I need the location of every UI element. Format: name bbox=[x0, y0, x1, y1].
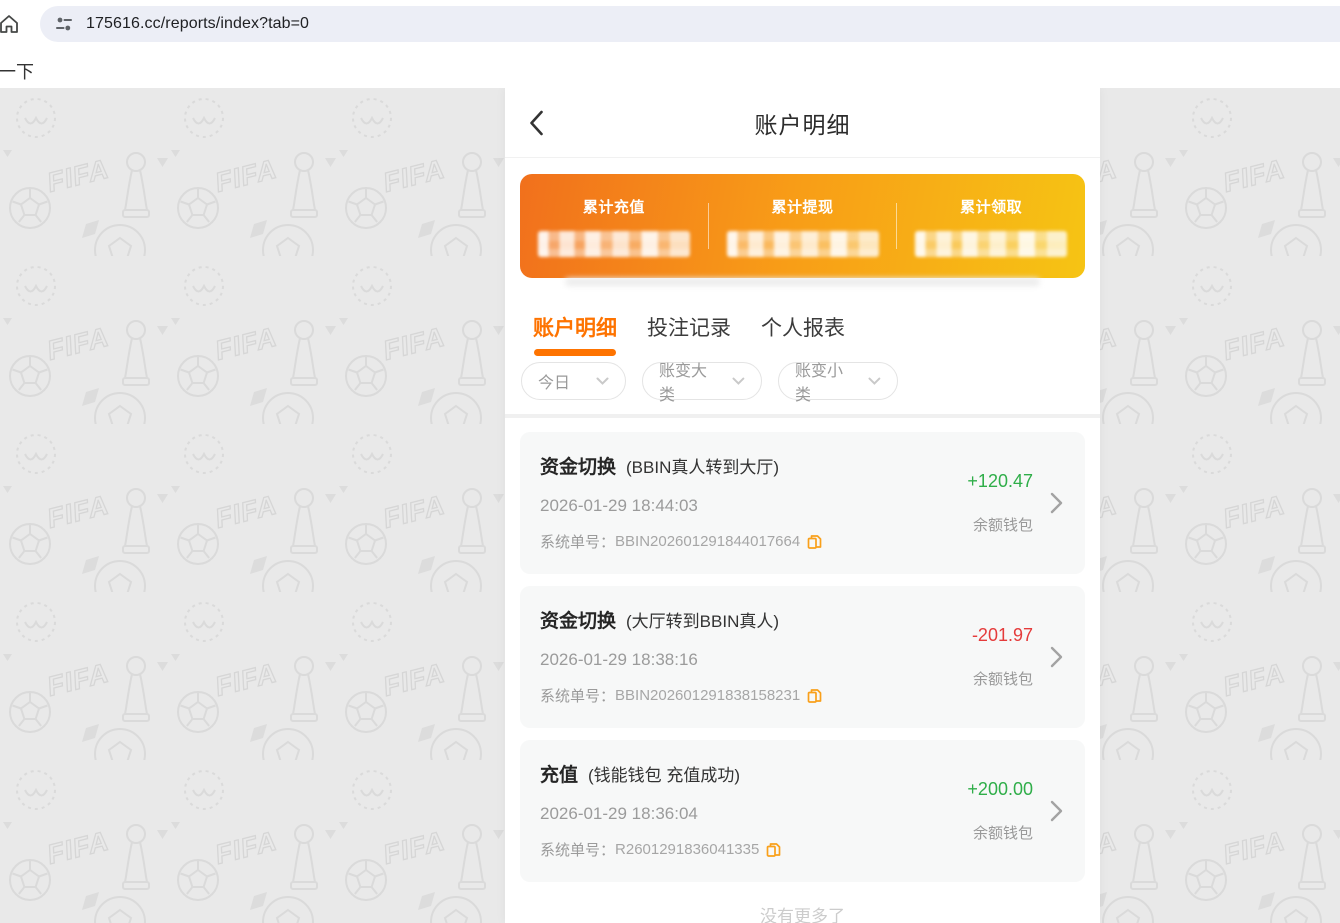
summary-label: 累计充值 bbox=[583, 196, 645, 217]
hidden-value-blur bbox=[727, 231, 879, 257]
txn-type: 资金切换 bbox=[540, 452, 616, 479]
page-top-strip: 度一下 bbox=[0, 48, 1340, 88]
filter-minor-category-dropdown[interactable]: 账变小类 bbox=[778, 362, 898, 400]
txn-wallet: 余额钱包 bbox=[973, 668, 1033, 689]
summary-card: 累计充值 累计提现 累计领取 bbox=[520, 174, 1085, 278]
txn-order-number: BBIN202601291844017664 bbox=[615, 533, 800, 550]
url-text[interactable]: 175616.cc/reports/index?tab=0 bbox=[86, 15, 309, 33]
txn-order-number: BBIN202601291838158231 bbox=[615, 687, 800, 704]
txn-order-label: 系统单号： bbox=[540, 839, 615, 860]
summary-card-shadow bbox=[565, 278, 1040, 286]
chevron-right-icon[interactable] bbox=[1050, 800, 1063, 822]
hidden-value-blur bbox=[538, 231, 690, 257]
summary-total-deposit: 累计充值 bbox=[520, 196, 708, 257]
txn-detail: (钱能钱包 充值成功) bbox=[588, 761, 740, 786]
copy-icon[interactable] bbox=[766, 842, 781, 858]
tab-account-detail[interactable]: 账户明细 bbox=[533, 312, 617, 360]
txn-amount: -201.97 bbox=[972, 625, 1033, 646]
summary-total-withdraw: 累计提现 bbox=[709, 196, 897, 257]
summary-section: 累计充值 累计提现 累计领取 bbox=[505, 158, 1100, 286]
chevron-right-icon[interactable] bbox=[1050, 646, 1063, 668]
chevron-down-icon bbox=[732, 377, 745, 385]
txn-order-label: 系统单号： bbox=[540, 685, 615, 706]
chevron-left-icon bbox=[529, 110, 544, 136]
chevron-right-icon[interactable] bbox=[1050, 492, 1063, 514]
txn-detail: (BBIN真人转到大厅) bbox=[626, 453, 779, 478]
report-tabs: 账户明细 投注记录 个人报表 bbox=[505, 286, 1100, 360]
tab-personal-report[interactable]: 个人报表 bbox=[761, 312, 845, 360]
txn-type: 资金切换 bbox=[540, 606, 616, 633]
page-background: FIFA 账户明细 累计充值 bbox=[0, 88, 1340, 923]
hidden-value-blur bbox=[915, 231, 1067, 257]
summary-label: 累计领取 bbox=[960, 196, 1022, 217]
txn-order-label: 系统单号： bbox=[540, 531, 615, 552]
summary-total-claim: 累计领取 bbox=[897, 196, 1085, 257]
txn-wallet: 余额钱包 bbox=[973, 822, 1033, 843]
back-button[interactable] bbox=[529, 110, 547, 136]
transaction-row[interactable]: 资金切换 (BBIN真人转到大厅) 2026-01-29 18:44:03 系统… bbox=[520, 432, 1085, 574]
txn-detail: (大厅转到BBIN真人) bbox=[626, 607, 779, 632]
transaction-row[interactable]: 充值 (钱能钱包 充值成功) 2026-01-29 18:36:04 系统单号：… bbox=[520, 740, 1085, 882]
copy-icon[interactable] bbox=[807, 688, 822, 704]
app-header: 账户明细 bbox=[505, 88, 1100, 158]
chevron-down-icon bbox=[596, 377, 609, 385]
no-more-label: 没有更多了 bbox=[505, 882, 1100, 923]
transaction-row[interactable]: 资金切换 (大厅转到BBIN真人) 2026-01-29 18:38:16 系统… bbox=[520, 586, 1085, 728]
home-icon[interactable] bbox=[0, 11, 22, 37]
url-bar[interactable]: 175616.cc/reports/index?tab=0 bbox=[40, 6, 1340, 42]
txn-wallet: 余额钱包 bbox=[973, 514, 1033, 535]
filter-date-dropdown[interactable]: 今日 bbox=[521, 362, 626, 400]
transaction-list: 资金切换 (BBIN真人转到大厅) 2026-01-29 18:44:03 系统… bbox=[505, 418, 1100, 882]
txn-order-number: R2601291836041335 bbox=[615, 841, 759, 858]
page-title: 账户明细 bbox=[755, 106, 851, 140]
chevron-down-icon bbox=[868, 377, 881, 385]
tab-bet-records[interactable]: 投注记录 bbox=[647, 312, 731, 360]
site-info-icon[interactable] bbox=[54, 14, 74, 34]
txn-amount: +200.00 bbox=[967, 779, 1033, 800]
browser-toolbar: 175616.cc/reports/index?tab=0 bbox=[0, 0, 1340, 48]
summary-label: 累计提现 bbox=[772, 196, 834, 217]
txn-amount: +120.47 bbox=[967, 471, 1033, 492]
account-detail-panel: 账户明细 累计充值 累计提现 累计领取 bbox=[505, 88, 1100, 923]
txn-type: 充值 bbox=[540, 760, 578, 787]
partial-page-text: 度一下 bbox=[0, 58, 34, 84]
filter-major-category-dropdown[interactable]: 账变大类 bbox=[642, 362, 762, 400]
copy-icon[interactable] bbox=[807, 534, 822, 550]
filter-row: 今日 账变大类 账变小类 bbox=[505, 360, 1100, 414]
